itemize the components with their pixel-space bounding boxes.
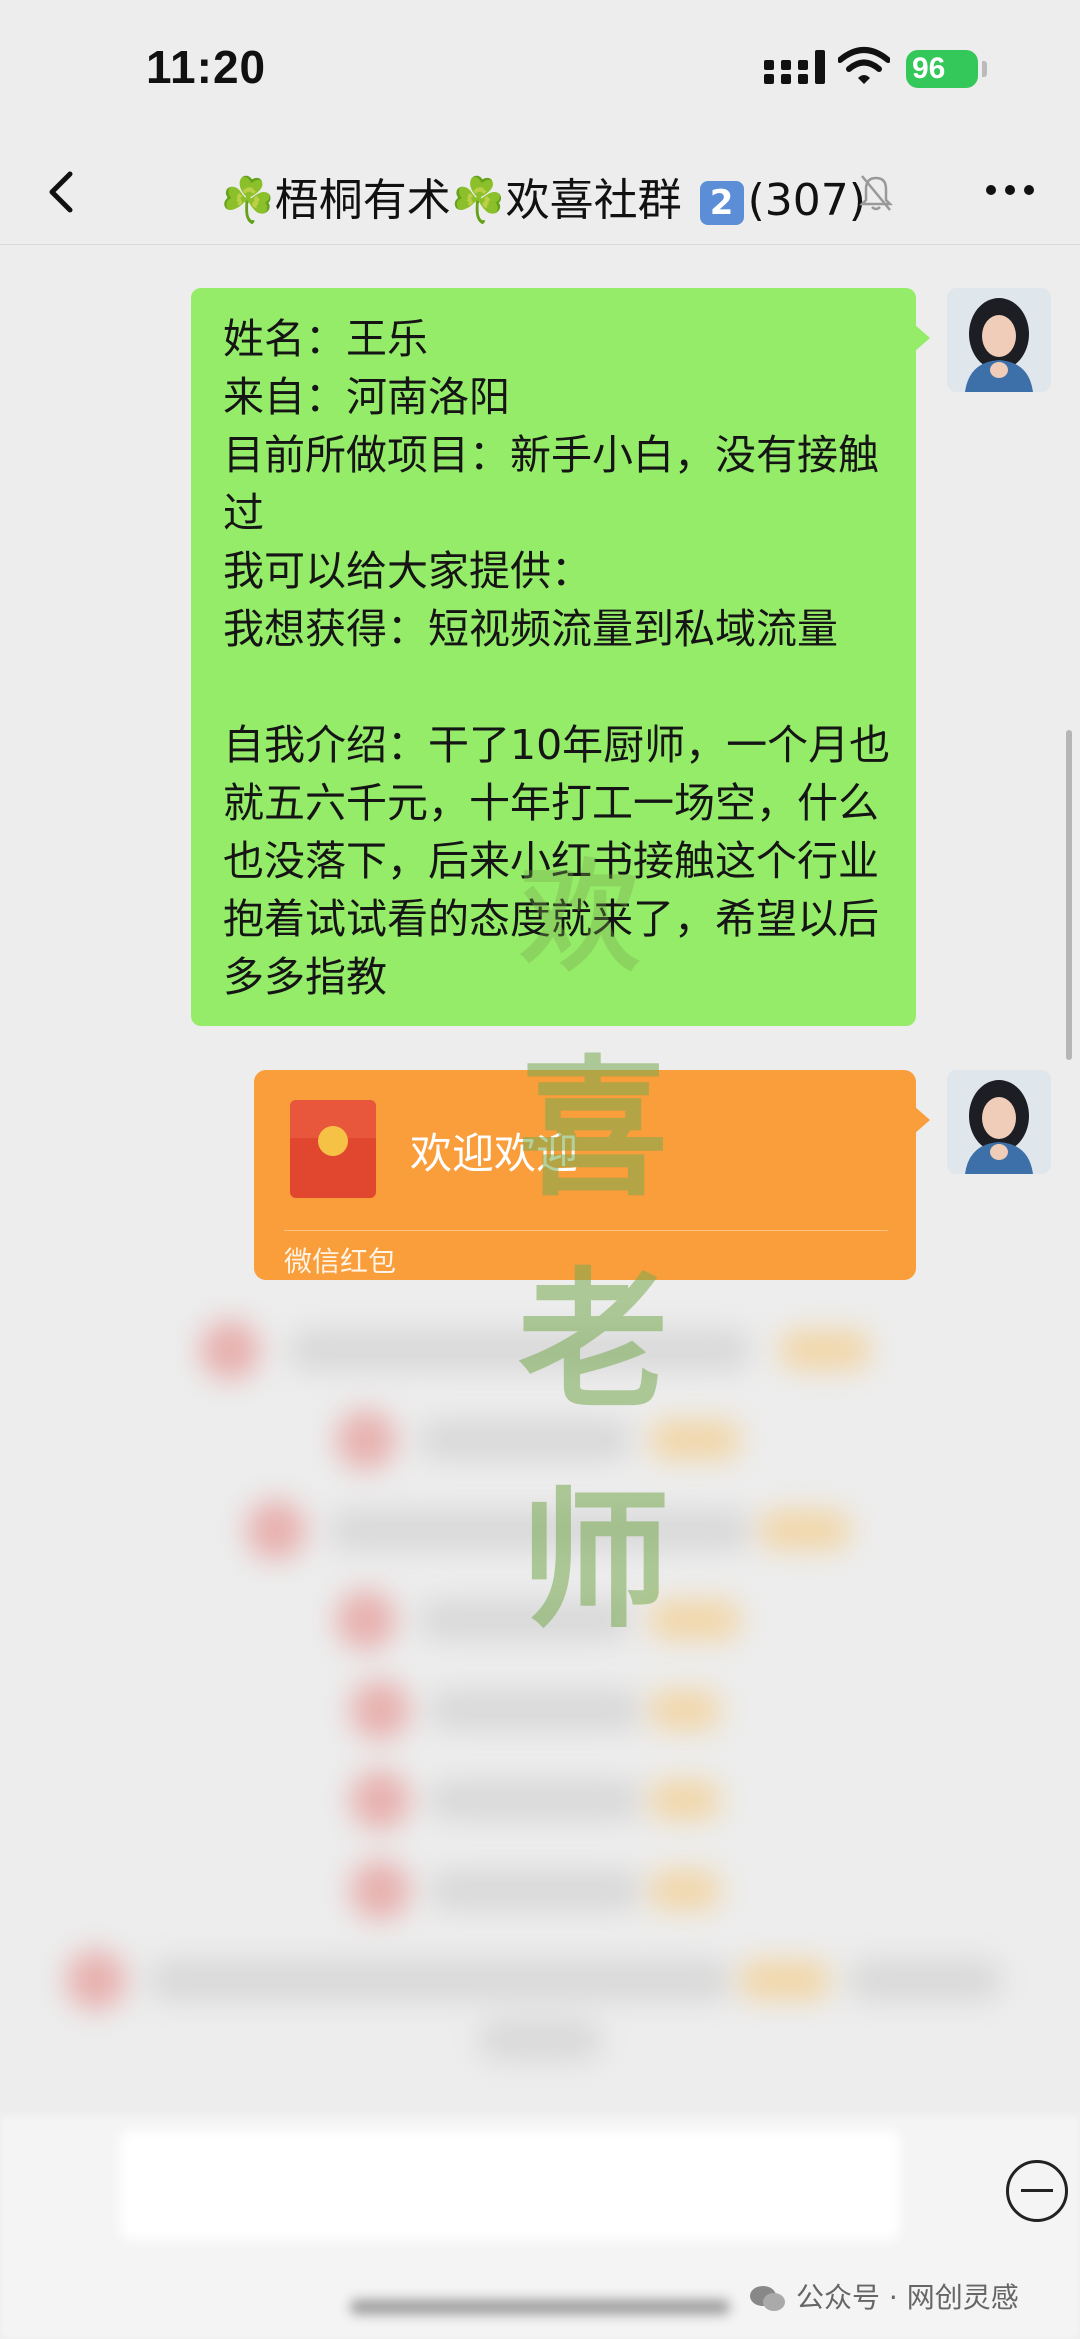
clover-emoji: ☘️ [220, 175, 275, 226]
home-indicator [350, 2300, 730, 2314]
more-options-icon[interactable] [985, 184, 1035, 196]
official-account-text: 公众号 · 网创灵感 [796, 2281, 1019, 2314]
watermark-char: 老 [518, 1253, 669, 1429]
avatar[interactable] [947, 288, 1051, 392]
status-time: 11:20 [146, 41, 267, 93]
bubble-tail [914, 1106, 930, 1134]
watermark-char: 喜 [518, 1041, 669, 1217]
official-account-mark: 公众号 · 网创灵感 [748, 2276, 1019, 2316]
wechat-logo-icon [750, 2286, 785, 2311]
avatar-portrait-icon [947, 288, 1051, 392]
cellular-signal-icon [764, 50, 825, 84]
wifi-icon [838, 47, 890, 84]
mute-bell-icon [858, 175, 894, 211]
plus-icon[interactable] [1006, 2160, 1068, 2222]
battery-cap [982, 61, 987, 77]
back-chevron-icon[interactable] [34, 162, 94, 222]
clover-emoji: ☘️ [450, 175, 506, 226]
scrollbar[interactable] [1066, 730, 1072, 1060]
battery-indicator: 96 [906, 50, 978, 88]
watermark-char: 师 [520, 1473, 671, 1649]
status-bar: 11:20 96 [0, 0, 1080, 140]
bubble-tail [914, 324, 930, 352]
watermark-char: 欢 [520, 847, 640, 988]
avatar[interactable] [947, 1070, 1051, 1174]
member-count: (307) [747, 175, 866, 226]
avatar-portrait-icon [947, 1070, 1051, 1174]
battery-level: 96 [912, 52, 946, 85]
group-number-badge: 2 [699, 181, 744, 225]
chat-title: ☘️梧桐有术☘️欢喜社群 2 (307) [220, 164, 866, 228]
title-part-1: 梧桐有术 [274, 175, 451, 226]
chat-header: ☘️梧桐有术☘️欢喜社群 2 (307) [0, 140, 1080, 245]
red-envelope-icon [290, 1100, 376, 1198]
red-packet-label: 微信红包 [284, 1245, 397, 1278]
title-part-2: 欢喜社群 [505, 175, 682, 226]
message-input[interactable] [120, 2130, 900, 2240]
